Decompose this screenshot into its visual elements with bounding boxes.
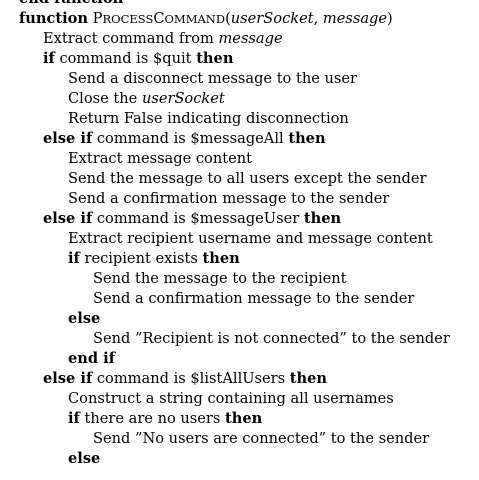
keyword: then bbox=[196, 50, 234, 67]
keyword: else if bbox=[43, 130, 93, 147]
variable-name: userSocket bbox=[141, 90, 225, 107]
code-text: Extract recipient username and message c… bbox=[68, 230, 433, 247]
code-line: function PROCESSCOMMAND(userSocket, mess… bbox=[0, 9, 479, 29]
code-text: there are no users bbox=[79, 410, 226, 427]
code-text: Construct a string containing all userna… bbox=[68, 390, 394, 407]
code-text: command is $listAllUsers bbox=[92, 370, 290, 387]
code-text: command is $messageAll bbox=[92, 130, 289, 147]
code-text: Close the bbox=[68, 90, 142, 107]
code-line: else if command is $messageAll then bbox=[0, 129, 479, 149]
code-text: Send ”Recipient is not connected” to the… bbox=[93, 330, 450, 347]
code-text: C bbox=[153, 10, 165, 27]
code-line: Return False indicating disconnection bbox=[0, 109, 479, 129]
code-line: Extract message content bbox=[0, 149, 479, 169]
code-text: P bbox=[92, 10, 103, 27]
keyword: then bbox=[289, 370, 328, 387]
code-line: else if command is $listAllUsers then bbox=[0, 369, 479, 389]
keyword: else bbox=[68, 310, 101, 327]
code-line: Extract recipient username and message c… bbox=[0, 229, 479, 249]
code-text: Send a disconnect message to the user bbox=[68, 70, 358, 87]
keyword: if bbox=[68, 410, 80, 427]
code-line: Send the message to all users except the… bbox=[0, 169, 479, 189]
code-line: else bbox=[0, 309, 479, 329]
code-text: OMMAND bbox=[164, 12, 226, 26]
variable-name: message bbox=[218, 30, 283, 47]
code-line: Send ”No users are connected” to the sen… bbox=[0, 429, 479, 449]
code-line: if command is $quit then bbox=[0, 49, 479, 69]
code-text: Return False indicating disconnection bbox=[68, 110, 349, 127]
code-line: Send the message to the recipient bbox=[0, 269, 479, 289]
code-text: Send ”No users are connected” to the sen… bbox=[93, 430, 430, 447]
code-text: command is $messageUser bbox=[92, 210, 304, 227]
keyword: end if bbox=[68, 350, 116, 367]
pseudocode-algorithm: end function function PROCESSCOMMAND(user… bbox=[0, 0, 479, 469]
keyword: else if bbox=[43, 210, 93, 227]
code-line: end function bbox=[0, 0, 479, 9]
keyword: end function bbox=[19, 0, 123, 7]
code-line: if recipient exists then bbox=[0, 249, 479, 269]
code-line: Send a confirmation message to the sende… bbox=[0, 289, 479, 309]
variable-name: userSocket bbox=[230, 10, 314, 27]
code-text: Send a confirmation message to the sende… bbox=[93, 290, 415, 307]
code-line: Close the userSocket bbox=[0, 89, 479, 109]
code-line: Send ”Recipient is not connected” to the… bbox=[0, 329, 479, 349]
code-line: Extract command from message bbox=[0, 29, 479, 49]
keyword: then bbox=[225, 410, 263, 427]
code-text: Extract command from bbox=[43, 30, 219, 47]
code-line: if there are no users then bbox=[0, 409, 479, 429]
keyword: then bbox=[202, 250, 240, 267]
code-line: else bbox=[0, 449, 479, 469]
code-line: Construct a string containing all userna… bbox=[0, 389, 479, 409]
code-line: Send a disconnect message to the user bbox=[0, 69, 479, 89]
variable-name: message bbox=[322, 10, 388, 27]
code-text: ) bbox=[387, 10, 393, 27]
keyword: else if bbox=[43, 370, 93, 387]
code-text: command is $quit bbox=[54, 50, 197, 67]
code-line: else if command is $messageUser then bbox=[0, 209, 479, 229]
code-text: Send the message to all users except the… bbox=[68, 170, 427, 187]
keyword: function bbox=[19, 10, 89, 27]
keyword: if bbox=[43, 50, 55, 67]
keyword: then bbox=[303, 210, 342, 227]
keyword: then bbox=[288, 130, 326, 147]
code-text: ROCESS bbox=[102, 12, 154, 26]
code-line: Send a confirmation message to the sende… bbox=[0, 189, 479, 209]
code-text: Send a confirmation message to the sende… bbox=[68, 190, 390, 207]
keyword: if bbox=[68, 250, 80, 267]
code-text: , bbox=[313, 10, 323, 27]
keyword: else bbox=[68, 450, 101, 467]
code-text: Extract message content bbox=[68, 150, 252, 167]
code-text: Send the message to the recipient bbox=[93, 270, 347, 287]
code-text: recipient exists bbox=[79, 250, 203, 267]
code-line: end if bbox=[0, 349, 479, 369]
